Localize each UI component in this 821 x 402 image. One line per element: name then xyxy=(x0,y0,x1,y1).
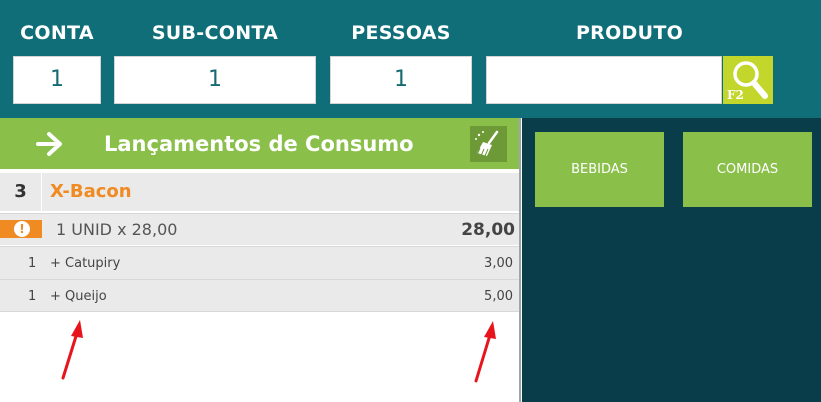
addition-row[interactable]: 1 + Queijo 5,00 xyxy=(0,279,521,312)
consumo-title-bar: Lançamentos de Consumo xyxy=(0,118,521,169)
broom-icon xyxy=(475,130,499,157)
clear-list-button[interactable] xyxy=(470,126,507,162)
sub-conta-field[interactable]: 1 xyxy=(114,56,316,104)
addition-price: 3,00 xyxy=(484,256,513,271)
consumo-panel: Lançamentos de Consumo 3 X-Bacon ! 1 UNI… xyxy=(0,118,521,402)
addition-row[interactable]: 1 + Catupiry 3,00 xyxy=(0,246,521,279)
sub-conta-label: SUB-CONTA xyxy=(151,22,279,44)
conta-label: CONTA xyxy=(20,22,94,44)
produto-label: PRODUTO xyxy=(575,22,684,44)
consumo-title: Lançamentos de Consumo xyxy=(104,132,414,156)
item-unit-row: ! 1 UNID x 28,00 28,00 xyxy=(0,213,521,245)
addition-name: + Catupiry xyxy=(50,256,121,271)
addition-quantity: 1 xyxy=(28,256,37,271)
conta-field[interactable]: 1 xyxy=(13,56,101,104)
pessoas-field[interactable]: 1 xyxy=(330,56,472,104)
warning-badge[interactable]: ! xyxy=(0,220,42,238)
addition-quantity: 1 xyxy=(28,289,37,304)
category-comidas-button[interactable]: COMIDAS xyxy=(683,132,812,207)
unit-price-line: 1 UNID x 28,00 xyxy=(56,220,178,239)
addition-price: 5,00 xyxy=(484,289,513,304)
header-bar: CONTA 1 SUB-CONTA 1 PESSOAS 1 PRODUTO F2 xyxy=(0,0,821,118)
produto-input[interactable] xyxy=(486,56,722,104)
order-item-row[interactable]: 3 X-Bacon xyxy=(0,173,521,211)
product-search-button[interactable]: F2 xyxy=(723,56,773,104)
shortcut-label: F2 xyxy=(727,88,744,102)
exclamation-icon: ! xyxy=(14,221,30,237)
item-total: 28,00 xyxy=(461,220,515,240)
arrow-right-icon xyxy=(36,132,62,156)
item-quantity: 3 xyxy=(0,173,42,211)
pessoas-label: PESSOAS xyxy=(351,22,451,44)
panel-divider xyxy=(519,118,521,402)
categories-panel: BEBIDAS COMIDAS xyxy=(522,118,821,402)
category-bebidas-button[interactable]: BEBIDAS xyxy=(535,132,664,207)
addition-name: + Queijo xyxy=(50,289,107,304)
item-name: X-Bacon xyxy=(50,181,132,202)
